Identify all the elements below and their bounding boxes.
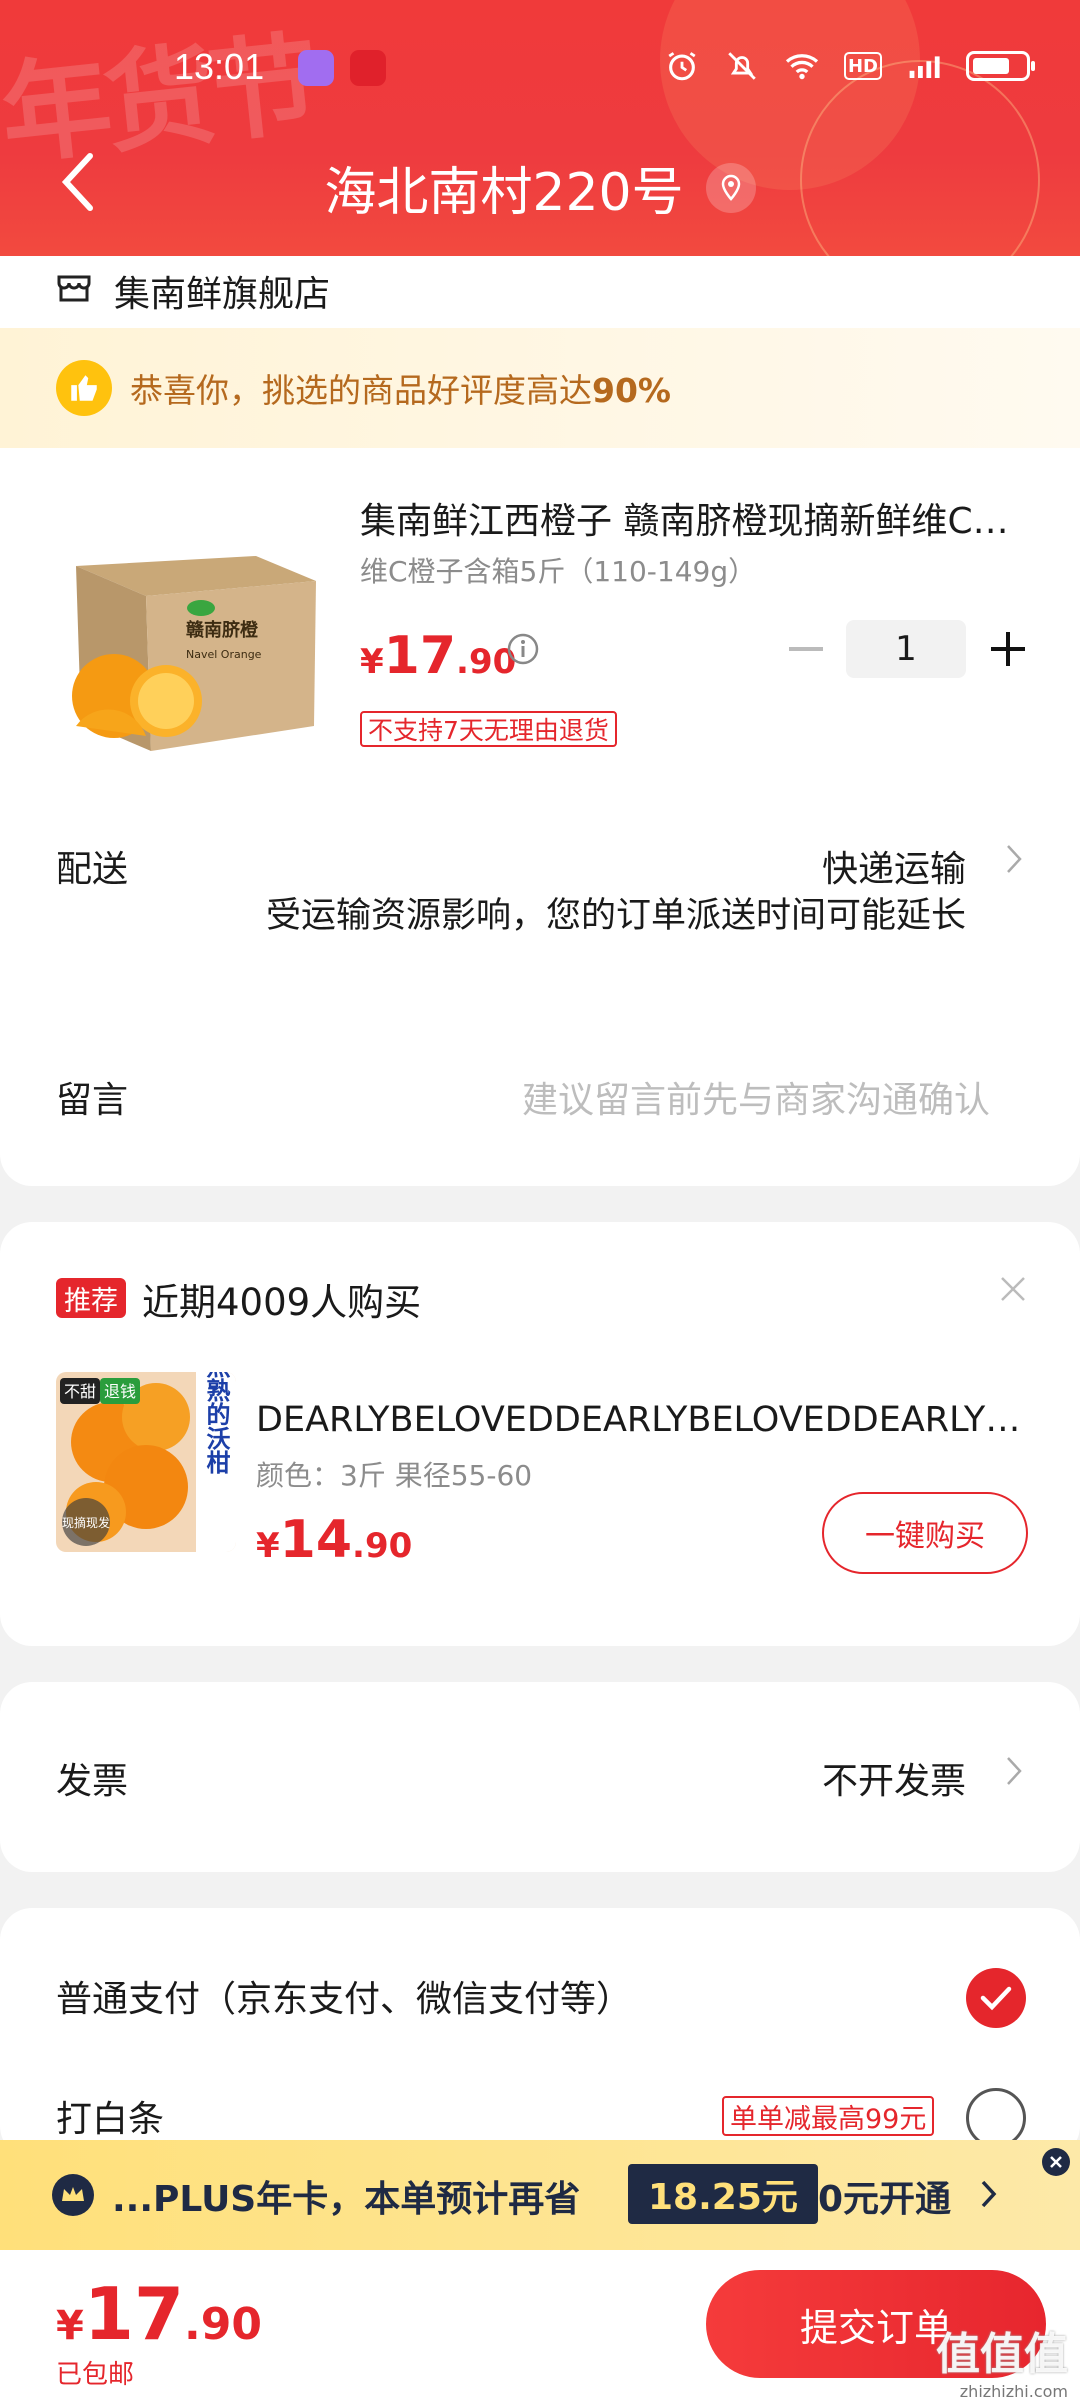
normal-payment-option[interactable]: 普通支付（京东支付、微信支付等） — [56, 1970, 632, 2022]
header: 年货节 13:01 HD 海北南村220号 — [0, 0, 1080, 256]
close-icon[interactable] — [1042, 2148, 1070, 2176]
address-text: 海北南村220号 — [324, 163, 684, 223]
product-image[interactable]: 赣南脐橙 Navel Orange — [56, 526, 326, 766]
checked-radio-icon[interactable] — [966, 1968, 1026, 2028]
wifi-icon — [784, 50, 820, 82]
image-vertical-text: 自然熟的沃柑 — [202, 1372, 230, 1474]
unchecked-radio-icon[interactable] — [966, 2088, 1026, 2148]
plus-crown-icon — [52, 2174, 94, 2216]
location-pin-icon — [705, 162, 756, 213]
status-bar: 13:01 HD — [0, 46, 1080, 96]
shop-name: 集南鲜旗舰店 — [114, 274, 331, 315]
shop-row[interactable]: 集南鲜旗舰店 — [56, 256, 330, 326]
status-time: 13:01 — [174, 46, 265, 87]
hd-icon: HD — [844, 52, 882, 80]
payment-card: 普通支付（京东支付、微信支付等） 打白条 单单减最高99元 — [0, 1908, 1080, 2158]
bottom-checkout-bar: ¥17.90 已包邮 提交订单 值值值 zhizhizhi.com — [0, 2250, 1080, 2400]
increase-quantity-button[interactable] — [986, 627, 1030, 671]
total-price: ¥17.90 — [56, 2272, 262, 2356]
rating-banner: 恭喜你，挑选的商品好评度高达90% — [0, 328, 1080, 448]
price-info-icon[interactable] — [506, 632, 540, 666]
baitiao-promo-tag: 单单减最高99元 — [722, 2096, 935, 2136]
box-label: 赣南脐橙 — [186, 619, 259, 641]
chevron-right-icon[interactable] — [1004, 1754, 1026, 1788]
battery-icon — [966, 51, 1035, 81]
baitiao-payment-option[interactable]: 打白条 — [56, 2090, 164, 2142]
recommend-item-spec: 颜色：3斤 果径55-60 — [256, 1459, 533, 1492]
decrease-quantity-button[interactable] — [786, 629, 826, 669]
plus-savings-amount: 18.25元 — [628, 2164, 818, 2224]
tmall-app-icon — [350, 50, 386, 86]
product-price: ¥17.90 — [360, 626, 517, 686]
chevron-right-icon[interactable] — [980, 2178, 998, 2218]
delivery-method[interactable]: 快递运输 — [822, 840, 966, 892]
4g-signal-icon — [906, 50, 942, 82]
image-tag: 现摘现发 — [62, 1515, 110, 1530]
box-label-en: Navel Orange — [186, 648, 262, 661]
plus-membership-banner[interactable]: ...PLUS年卡，本单预计再省 18.25元 0元开通 — [0, 2140, 1080, 2250]
close-icon[interactable] — [998, 1274, 1028, 1304]
order-card: 集南鲜旗舰店 恭喜你，挑选的商品好评度高达90% 赣南脐橙 Navel Oran… — [0, 256, 1080, 1186]
chevron-right-icon[interactable] — [1004, 842, 1026, 876]
quantity-stepper: 1 — [786, 618, 1030, 680]
message-label: 留言 — [56, 1080, 129, 1121]
watermark: 值值值 zhizhizhi.com — [936, 2329, 1068, 2400]
quantity-value[interactable]: 1 — [846, 620, 966, 678]
plus-open-text[interactable]: 0元开通 — [818, 2170, 951, 2222]
recommend-title: 近期4009人购买 — [142, 1281, 422, 1324]
return-policy-tag: 不支持7天无理由退货 — [360, 711, 617, 747]
product-title[interactable]: 集南鲜江西橙子 赣南脐橙现摘新鲜维C橙子含箱5斤 — [360, 492, 1040, 544]
one-click-buy-button[interactable]: 一键购买 — [822, 1492, 1028, 1574]
thumbs-up-icon — [56, 360, 112, 416]
address-title[interactable]: 海北南村220号 — [0, 150, 1080, 225]
recommendation-card: 推荐 近期4009人购买 自然熟的沃柑 不甜 退钱 现摘现发 DEARLYBEL… — [0, 1222, 1080, 1646]
delivery-note: 受运输资源影响，您的订单派送时间可能延长 — [265, 896, 966, 936]
plus-banner-text: ...PLUS年卡，本单预计再省 — [112, 2179, 581, 2220]
recommend-item-title[interactable]: DEARLYBELOVEDDEARLYBELOVEDDEARLYBELOVED — [256, 1400, 1026, 1440]
product-spec: 维C橙子含箱5斤（110-149g） — [360, 555, 757, 588]
invoice-card[interactable]: 发票 不开发票 — [0, 1682, 1080, 1872]
rating-banner-text: 恭喜你，挑选的商品好评度高达90% — [130, 371, 671, 410]
recommend-item-price: ¥14.90 — [256, 1510, 413, 1570]
free-shipping-label: 已包邮 — [56, 2360, 135, 2390]
recommend-product-image[interactable]: 自然熟的沃柑 不甜 退钱 现摘现发 — [56, 1372, 236, 1552]
alarm-icon — [664, 50, 700, 82]
invoice-value[interactable]: 不开发票 — [822, 1752, 966, 1804]
image-tag: 不甜 — [64, 1382, 96, 1401]
invoice-label: 发票 — [56, 1761, 129, 1802]
recommend-badge: 推荐 — [56, 1278, 126, 1318]
bilibili-app-icon — [298, 50, 334, 86]
store-icon — [56, 271, 92, 312]
message-input[interactable]: 建议留言前先与商家沟通确认 — [522, 1071, 990, 1123]
delivery-label: 配送 — [56, 849, 129, 890]
mute-icon — [724, 50, 760, 82]
image-tag: 退钱 — [104, 1382, 136, 1401]
